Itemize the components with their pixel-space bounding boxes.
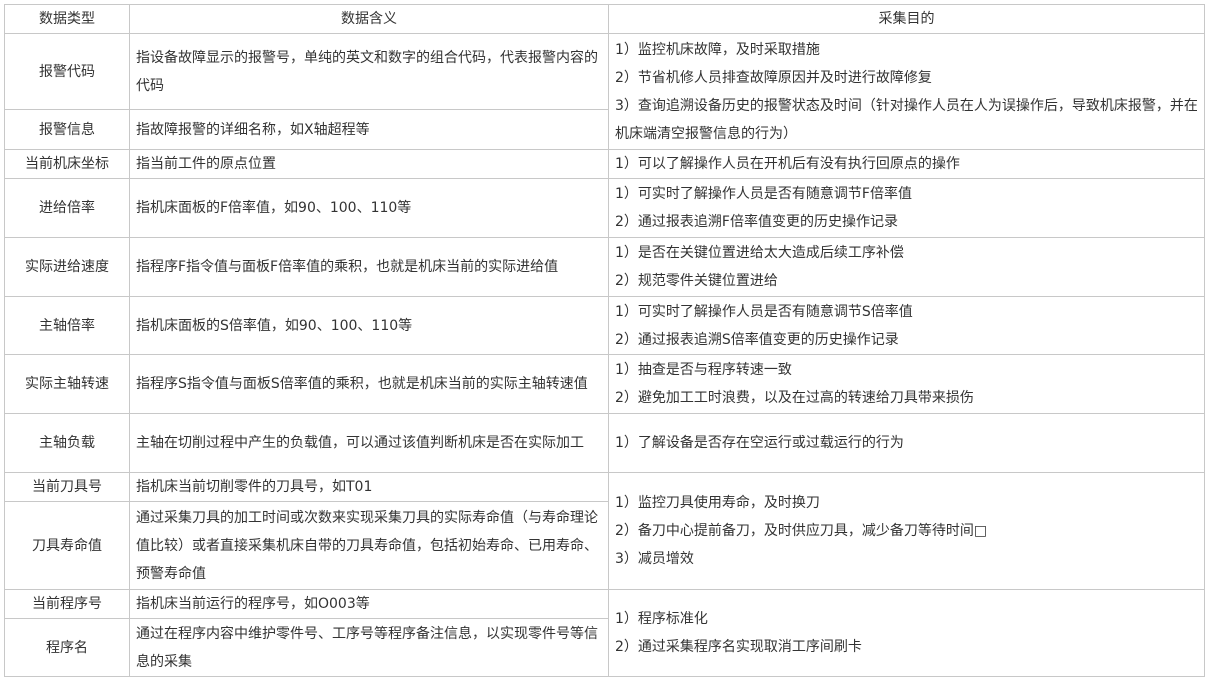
table-row: 主轴倍率 指机床面板的S倍率值，如90、100、110等 1）可实时了解操作人员… [4, 296, 1205, 355]
table-row: 实际进给速度 指程序F指令值与面板F倍率值的乘积，也就是机床当前的实际进给值 1… [4, 237, 1205, 297]
header-row: 数据类型 数据含义 采集目的 [4, 4, 1205, 34]
meaning-cell: 指程序S指令值与面板S倍率值的乘积，也就是机床当前的实际主轴转速值 [129, 354, 609, 414]
type-cell: 当前刀具号 [4, 472, 130, 502]
type-cell: 报警代码 [4, 33, 130, 110]
purpose-cell: 1）监控刀具使用寿命，及时换刀 2）备刀中心提前备刀，及时供应刀具，减少备刀等待… [608, 472, 1205, 590]
purpose-line: 1）程序标准化 [615, 611, 708, 627]
purpose-line: 2）避免加工工时浪费，以及在过高的转速给刀具带来损伤 [615, 390, 974, 406]
purpose-line: 1）抽查是否与程序转速一致 [615, 362, 792, 378]
purpose-cell: 1）监控机床故障，及时采取措施 2）节省机修人员排查故障原因并及时进行故障修复 … [608, 33, 1205, 150]
purpose-cell: 1）是否在关键位置进给太大造成后续工序补偿 2）规范零件关键位置进给 [608, 237, 1205, 297]
purpose-line: 1）可实时了解操作人员是否有随意调节S倍率值 [615, 303, 913, 320]
type-cell: 程序名 [4, 618, 130, 677]
meaning-cell: 指机床当前切削零件的刀具号，如T01 [129, 472, 609, 502]
type-cell: 当前程序号 [4, 589, 130, 619]
purpose-line: 1）是否在关键位置进给太大造成后续工序补偿 [615, 245, 904, 261]
type-cell: 进给倍率 [4, 178, 130, 238]
table-row: 当前程序号 指机床当前运行的程序号，如O003等 1）程序标准化 2）通过采集程… [4, 589, 1205, 677]
purpose-cell: 1）程序标准化 2）通过采集程序名实现取消工序间刷卡 [608, 589, 1205, 677]
meaning-cell: 指程序F指令值与面板F倍率值的乘积，也就是机床当前的实际进给值 [129, 237, 609, 297]
type-cell: 报警信息 [4, 109, 130, 150]
purpose-line: 2）节省机修人员排查故障原因并及时进行故障修复 [615, 69, 932, 86]
meaning-cell: 指当前工件的原点位置 [129, 149, 609, 179]
purpose-cell: 1）可实时了解操作人员是否有随意调节S倍率值 2）通过报表追溯S倍率值变更的历史… [608, 296, 1205, 355]
meaning-cell: 指机床面板的F倍率值，如90、100、110等 [129, 178, 609, 238]
purpose-line: 2）规范零件关键位置进给 [615, 273, 778, 289]
type-cell: 实际主轴转速 [4, 354, 130, 414]
table-row: 进给倍率 指机床面板的F倍率值，如90、100、110等 1）可实时了解操作人员… [4, 178, 1205, 238]
header-data-meaning: 数据含义 [129, 4, 609, 34]
meaning-cell: 指机床面板的S倍率值，如90、100、110等 [129, 296, 609, 355]
purpose-line: 1）了解设备是否存在空运行或过载运行的行为 [615, 435, 904, 451]
table-row: 当前刀具号 指机床当前切削零件的刀具号，如T01 1）监控刀具使用寿命，及时换刀… [4, 472, 1205, 590]
purpose-line: 3）减员增效 [615, 551, 694, 567]
purpose-line: 2）通过报表追溯S倍率值变更的历史操作记录 [615, 331, 899, 348]
meaning-cell: 通过采集刀具的加工时间或次数来实现采集刀具的实际寿命值（与寿命理论值比较）或者直… [129, 501, 609, 590]
meaning-cell: 通过在程序内容中维护零件号、工序号等程序备注信息，以实现零件号等信息的采集 [129, 618, 609, 677]
table-row: 当前机床坐标 指当前工件的原点位置 1）可以了解操作人员在开机后有没有执行回原点… [4, 149, 1205, 179]
purpose-line: 2）通过报表追溯F倍率值变更的历史操作记录 [615, 214, 898, 230]
meaning-cell: 指机床当前运行的程序号，如O003等 [129, 589, 609, 619]
purpose-line: 1）可以了解操作人员在开机后有没有执行回原点的操作 [615, 156, 960, 172]
purpose-line: 1）监控刀具使用寿命，及时换刀 [615, 495, 820, 511]
type-cell: 主轴负载 [4, 413, 130, 473]
meaning-cell: 主轴在切削过程中产生的负载值，可以通过该值判断机床是否在实际加工 [129, 413, 609, 473]
meaning-cell: 指故障报警的详细名称，如X轴超程等 [129, 109, 609, 150]
purpose-cell: 1）抽查是否与程序转速一致 2）避免加工工时浪费，以及在过高的转速给刀具带来损伤 [608, 354, 1205, 414]
table-row: 主轴负载 主轴在切削过程中产生的负载值，可以通过该值判断机床是否在实际加工 1）… [4, 413, 1205, 473]
data-collection-table: 数据类型 数据含义 采集目的 报警代码 指设备故障显示的报警号，单纯的英文和数字… [4, 4, 1205, 677]
type-cell: 刀具寿命值 [4, 501, 130, 590]
purpose-line: 2）备刀中心提前备刀，及时供应刀具，减少备刀等待时间□ [615, 523, 988, 539]
meaning-cell: 指设备故障显示的报警号，单纯的英文和数字的组合代码，代表报警内容的代码 [129, 33, 609, 110]
table-row: 报警代码 指设备故障显示的报警号，单纯的英文和数字的组合代码，代表报警内容的代码… [4, 33, 1205, 150]
purpose-line: 2）通过采集程序名实现取消工序间刷卡 [615, 639, 862, 655]
purpose-cell: 1）可实时了解操作人员是否有随意调节F倍率值 2）通过报表追溯F倍率值变更的历史… [608, 178, 1205, 238]
purpose-line: 1）可实时了解操作人员是否有随意调节F倍率值 [615, 186, 912, 202]
header-data-type: 数据类型 [4, 4, 130, 34]
table-row: 实际主轴转速 指程序S指令值与面板S倍率值的乘积，也就是机床当前的实际主轴转速值… [4, 354, 1205, 414]
purpose-cell: 1）可以了解操作人员在开机后有没有执行回原点的操作 [608, 149, 1205, 179]
purpose-line: 1）监控机床故障，及时采取措施 [615, 41, 820, 58]
purpose-line: 3）查询追溯设备历史的报警状态及时间（针对操作人员在人为误操作后，导致机床报警，… [615, 97, 1198, 142]
type-cell: 实际进给速度 [4, 237, 130, 297]
purpose-cell: 1）了解设备是否存在空运行或过载运行的行为 [608, 413, 1205, 473]
type-cell: 当前机床坐标 [4, 149, 130, 179]
header-collection-purpose: 采集目的 [608, 4, 1205, 34]
type-cell: 主轴倍率 [4, 296, 130, 355]
